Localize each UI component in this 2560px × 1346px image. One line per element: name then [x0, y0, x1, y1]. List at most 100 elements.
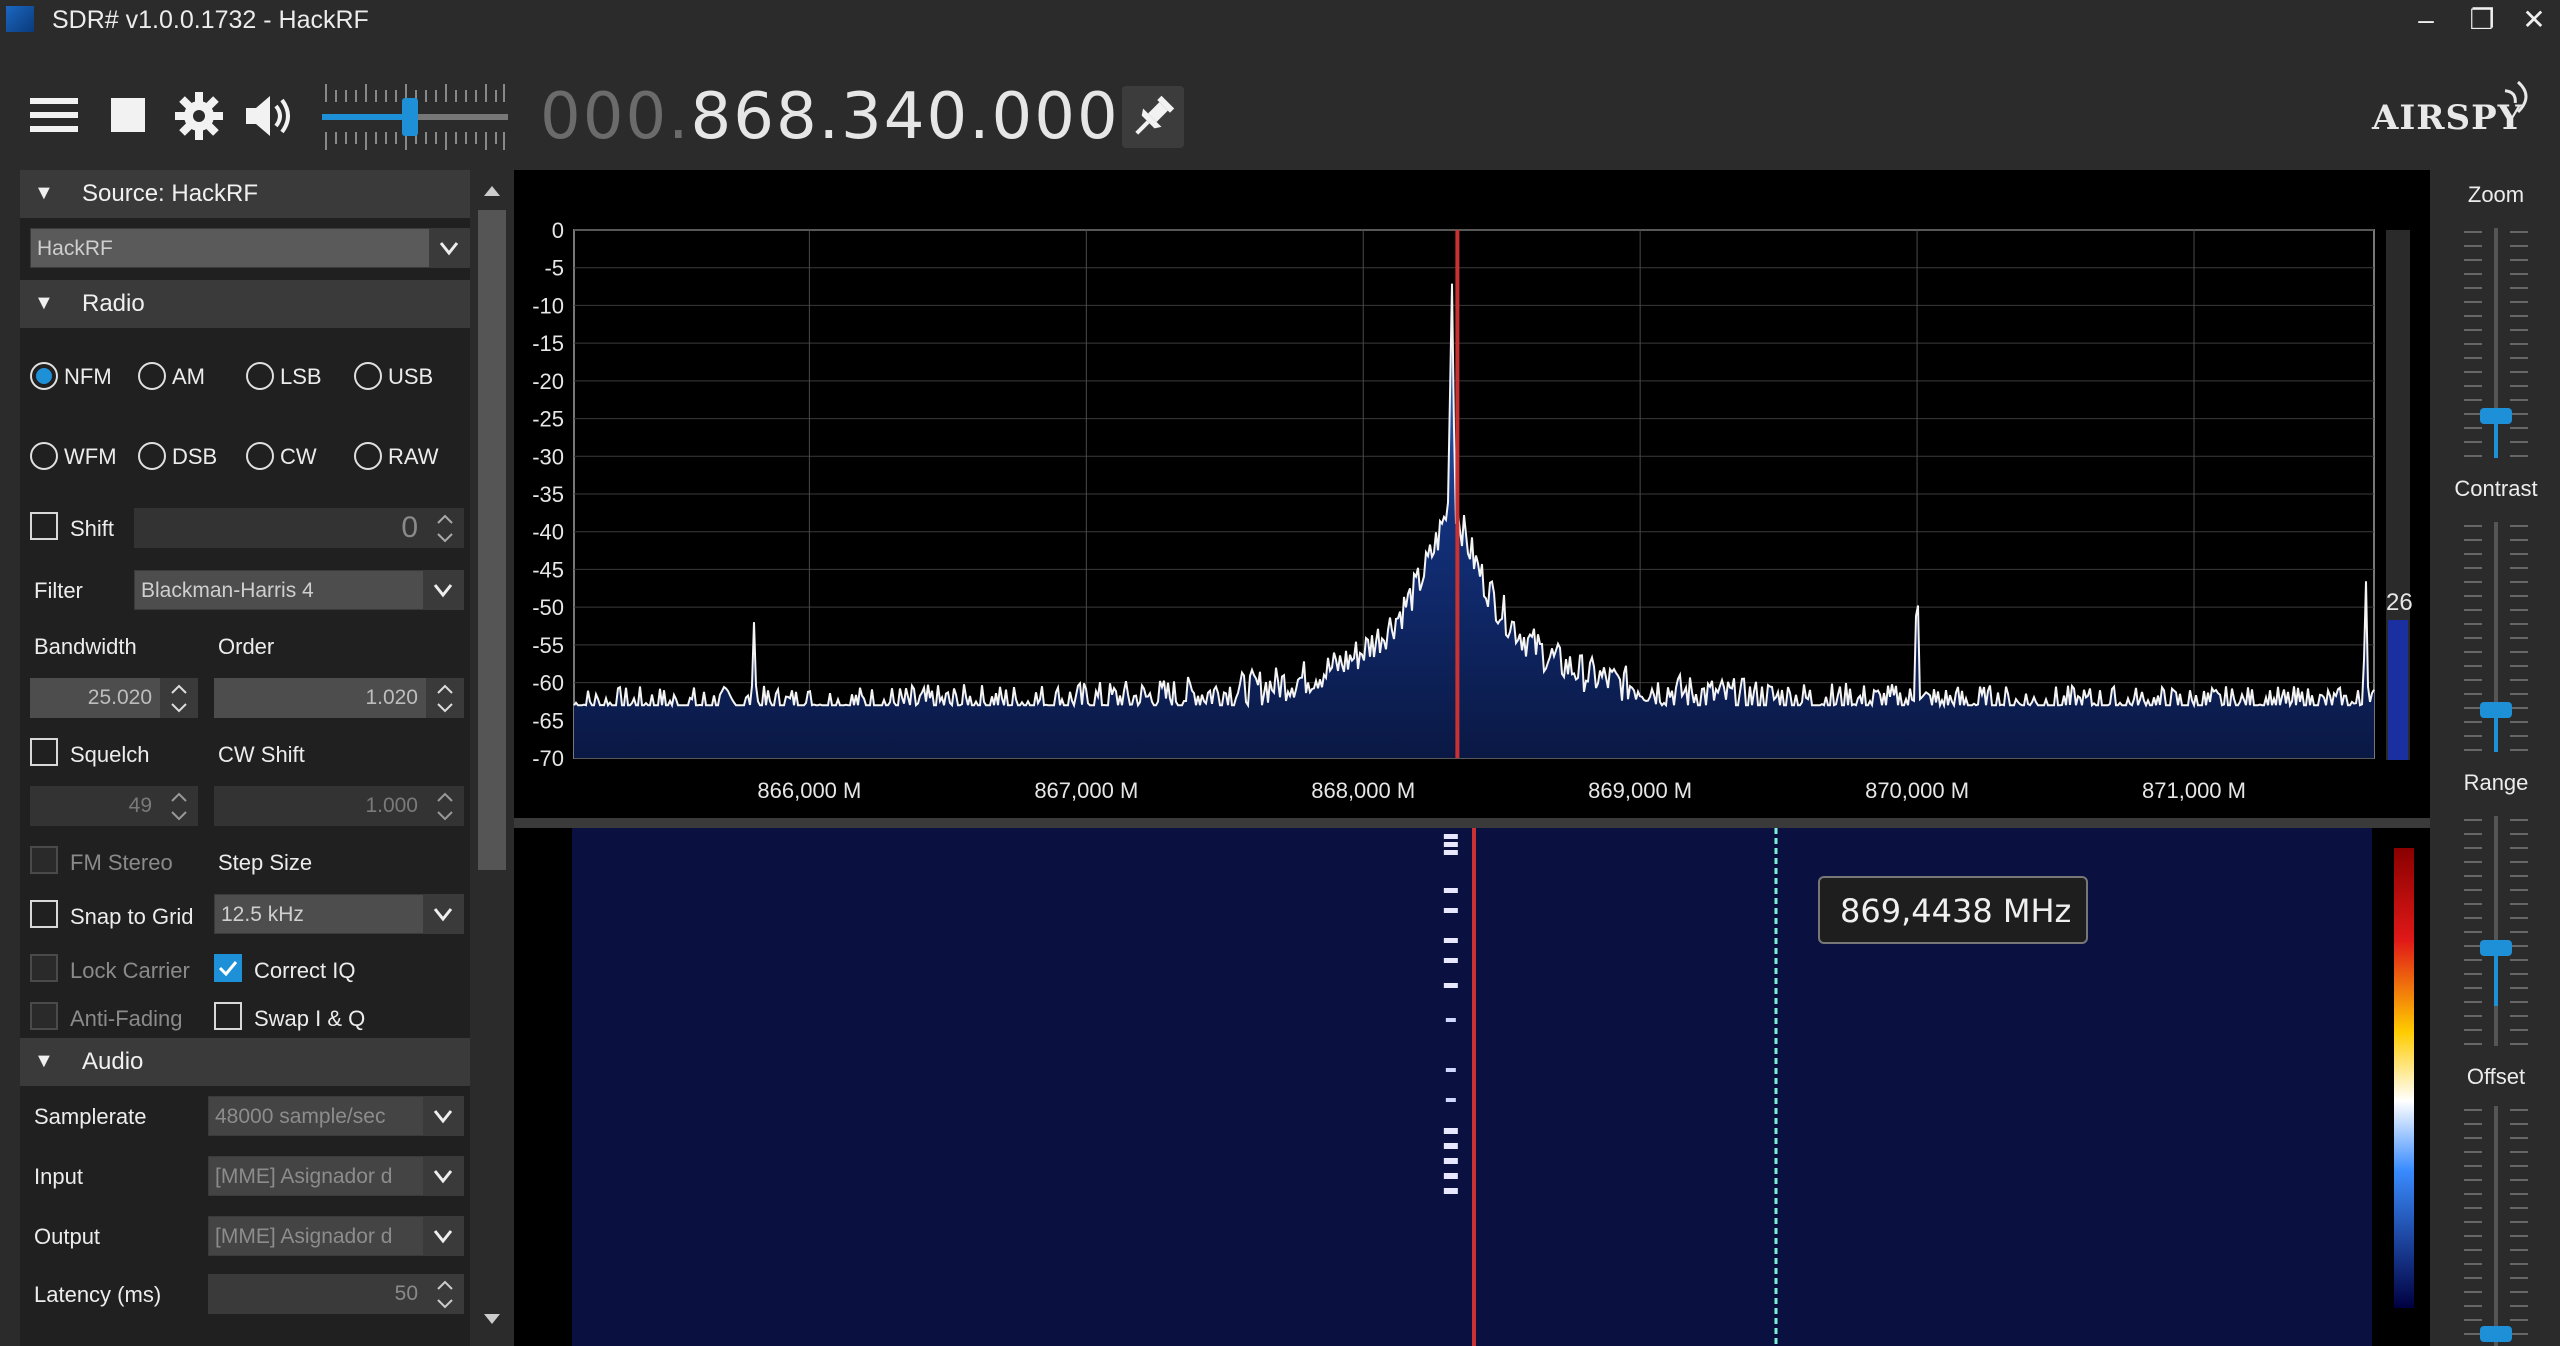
y-tick-label: -45: [532, 557, 564, 582]
x-tick-label: 868,000 M: [1311, 778, 1415, 803]
mode-radio-wfm[interactable]: [30, 442, 58, 470]
chevron-down-icon: [423, 1157, 463, 1195]
waterfall-trace: [1443, 1188, 1458, 1194]
squelch-stepper[interactable]: 49: [30, 786, 198, 826]
x-axis-labels: 866,000 M 867,000 M 868,000 M 869,000 M 870,…: [757, 778, 2246, 803]
pin-button[interactable]: [1122, 86, 1184, 148]
squelch-checkbox[interactable]: [30, 738, 58, 766]
contrast-slider[interactable]: [2452, 522, 2540, 752]
chevron-down-icon: [429, 229, 469, 267]
bandwidth-label: Bandwidth: [34, 634, 137, 659]
x-tick-label: 871,000 M: [2142, 778, 2246, 803]
zoom-label: Zoom: [2467, 182, 2525, 207]
mode-radio-raw[interactable]: [354, 442, 382, 470]
waterfall-trace: [1443, 938, 1458, 943]
y-tick-label: -10: [532, 293, 564, 318]
correct-iq-checkbox[interactable]: [214, 954, 242, 982]
cwshift-stepper[interactable]: 1.000: [214, 786, 464, 826]
output-value: [MME] Asignador d: [215, 1225, 393, 1248]
latency-stepper[interactable]: 50: [208, 1274, 464, 1314]
level-value: 26: [2386, 589, 2413, 616]
minimize-button[interactable]: –: [2400, 2, 2452, 38]
spin-arrows-icon: [160, 678, 198, 718]
waterfall-trace: [1445, 1098, 1456, 1102]
input-value: [MME] Asignador d: [215, 1165, 393, 1188]
output-select[interactable]: [MME] Asignador d: [208, 1216, 464, 1256]
waterfall-trace: [1445, 1018, 1456, 1022]
latency-label: Latency (ms): [34, 1282, 162, 1307]
waterfall-trace: [1443, 958, 1458, 963]
menu-icon[interactable]: [28, 90, 82, 144]
spin-arrows-icon: [426, 508, 464, 548]
shift-checkbox[interactable]: [30, 512, 58, 540]
chevron-down-icon: [423, 895, 463, 933]
waterfall-display[interactable]: [514, 828, 2430, 1346]
snap-to-grid-checkbox[interactable]: [30, 900, 58, 928]
input-label: Input: [34, 1164, 83, 1189]
input-select[interactable]: [MME] Asignador d: [208, 1156, 464, 1196]
volume-slider[interactable]: [322, 76, 508, 158]
panel-splitter[interactable]: [514, 818, 2430, 828]
y-tick-label: -20: [532, 369, 564, 394]
mode-radio-dsb[interactable]: [138, 442, 166, 470]
spin-arrows-icon: [426, 678, 464, 718]
chevron-down-icon: [423, 1217, 463, 1255]
y-tick-label: 0: [552, 218, 564, 243]
waterfall-trace: [1443, 908, 1458, 913]
offset-slider[interactable]: [2452, 1106, 2540, 1346]
order-stepper[interactable]: 1.020: [214, 678, 464, 718]
y-tick-label: -70: [532, 746, 564, 771]
waterfall-trace: [1443, 888, 1458, 893]
gear-icon[interactable]: [172, 90, 226, 144]
mode-radio-nfm[interactable]: [30, 362, 58, 390]
scroll-up-icon[interactable]: [478, 178, 506, 202]
mode-radio-lsb[interactable]: [246, 362, 274, 390]
window-title: SDR# v1.0.0.1732 - HackRF: [52, 6, 369, 34]
snap-to-grid-label: Snap to Grid: [70, 904, 194, 929]
zoom-slider[interactable]: [2452, 228, 2540, 458]
stepsize-label: Step Size: [218, 850, 313, 875]
mode-radio-cw[interactable]: [246, 442, 274, 470]
shift-value: 0: [401, 511, 418, 544]
mode-label-am: AM: [172, 364, 205, 389]
x-tick-label: 867,000 M: [1034, 778, 1138, 803]
right-panel: Zoom Contrast Range Offset: [2432, 170, 2560, 1346]
audio-section-header[interactable]: ▼ Audio: [20, 1038, 470, 1086]
squelch-value: 49: [128, 794, 152, 817]
frequency-display[interactable]: 000.868.340.000: [540, 80, 1120, 154]
stepsize-value: 12.5 kHz: [221, 903, 304, 926]
lock-carrier-checkbox[interactable]: [30, 954, 58, 982]
radio-section-header[interactable]: ▼ Radio: [20, 280, 470, 328]
range-label: Range: [2463, 770, 2529, 795]
y-tick-label: -40: [532, 520, 564, 545]
stepsize-select[interactable]: 12.5 kHz: [214, 894, 464, 934]
range-slider[interactable]: [2452, 816, 2540, 1046]
fmstereo-checkbox[interactable]: [30, 846, 58, 874]
stop-icon[interactable]: [102, 90, 156, 144]
title-bar: [0, 0, 2560, 40]
left-panel: ▼ Source: HackRF HackRF ▼ Radio NFM AM LSB…: [20, 170, 470, 1346]
spectrum-analyzer[interactable]: 0 -5 -10 -15 -20 -25 -30 -35 -40 -45 -50 -55 -60 -65 -…: [514, 170, 2430, 820]
anti-fading-checkbox[interactable]: [30, 1002, 58, 1030]
mode-radio-am[interactable]: [138, 362, 166, 390]
filter-select[interactable]: Blackman-Harris 4: [134, 570, 464, 610]
y-tick-label: -50: [532, 595, 564, 620]
source-device-select[interactable]: HackRF: [30, 228, 470, 268]
level-bar: [2388, 620, 2408, 760]
bandwidth-stepper[interactable]: 25.020: [30, 678, 198, 718]
samplerate-select[interactable]: 48000 sample/sec: [208, 1096, 464, 1136]
restore-button[interactable]: ❐: [2456, 2, 2508, 38]
source-section-header[interactable]: ▼ Source: HackRF: [20, 170, 470, 218]
close-button[interactable]: ✕: [2508, 2, 2560, 38]
filter-label: Filter: [34, 578, 83, 603]
waterfall-trace: [1443, 834, 1458, 839]
mode-radio-usb[interactable]: [354, 362, 382, 390]
wireless-icon: [2504, 80, 2528, 114]
shift-stepper[interactable]: 0: [134, 508, 464, 548]
waterfall-trace: [1443, 1128, 1458, 1134]
scrollbar-thumb[interactable]: [478, 210, 506, 870]
mode-label-usb: USB: [388, 364, 434, 389]
scroll-down-icon[interactable]: [478, 1308, 506, 1332]
speaker-icon[interactable]: [242, 90, 296, 144]
swap-iq-checkbox[interactable]: [214, 1002, 242, 1030]
